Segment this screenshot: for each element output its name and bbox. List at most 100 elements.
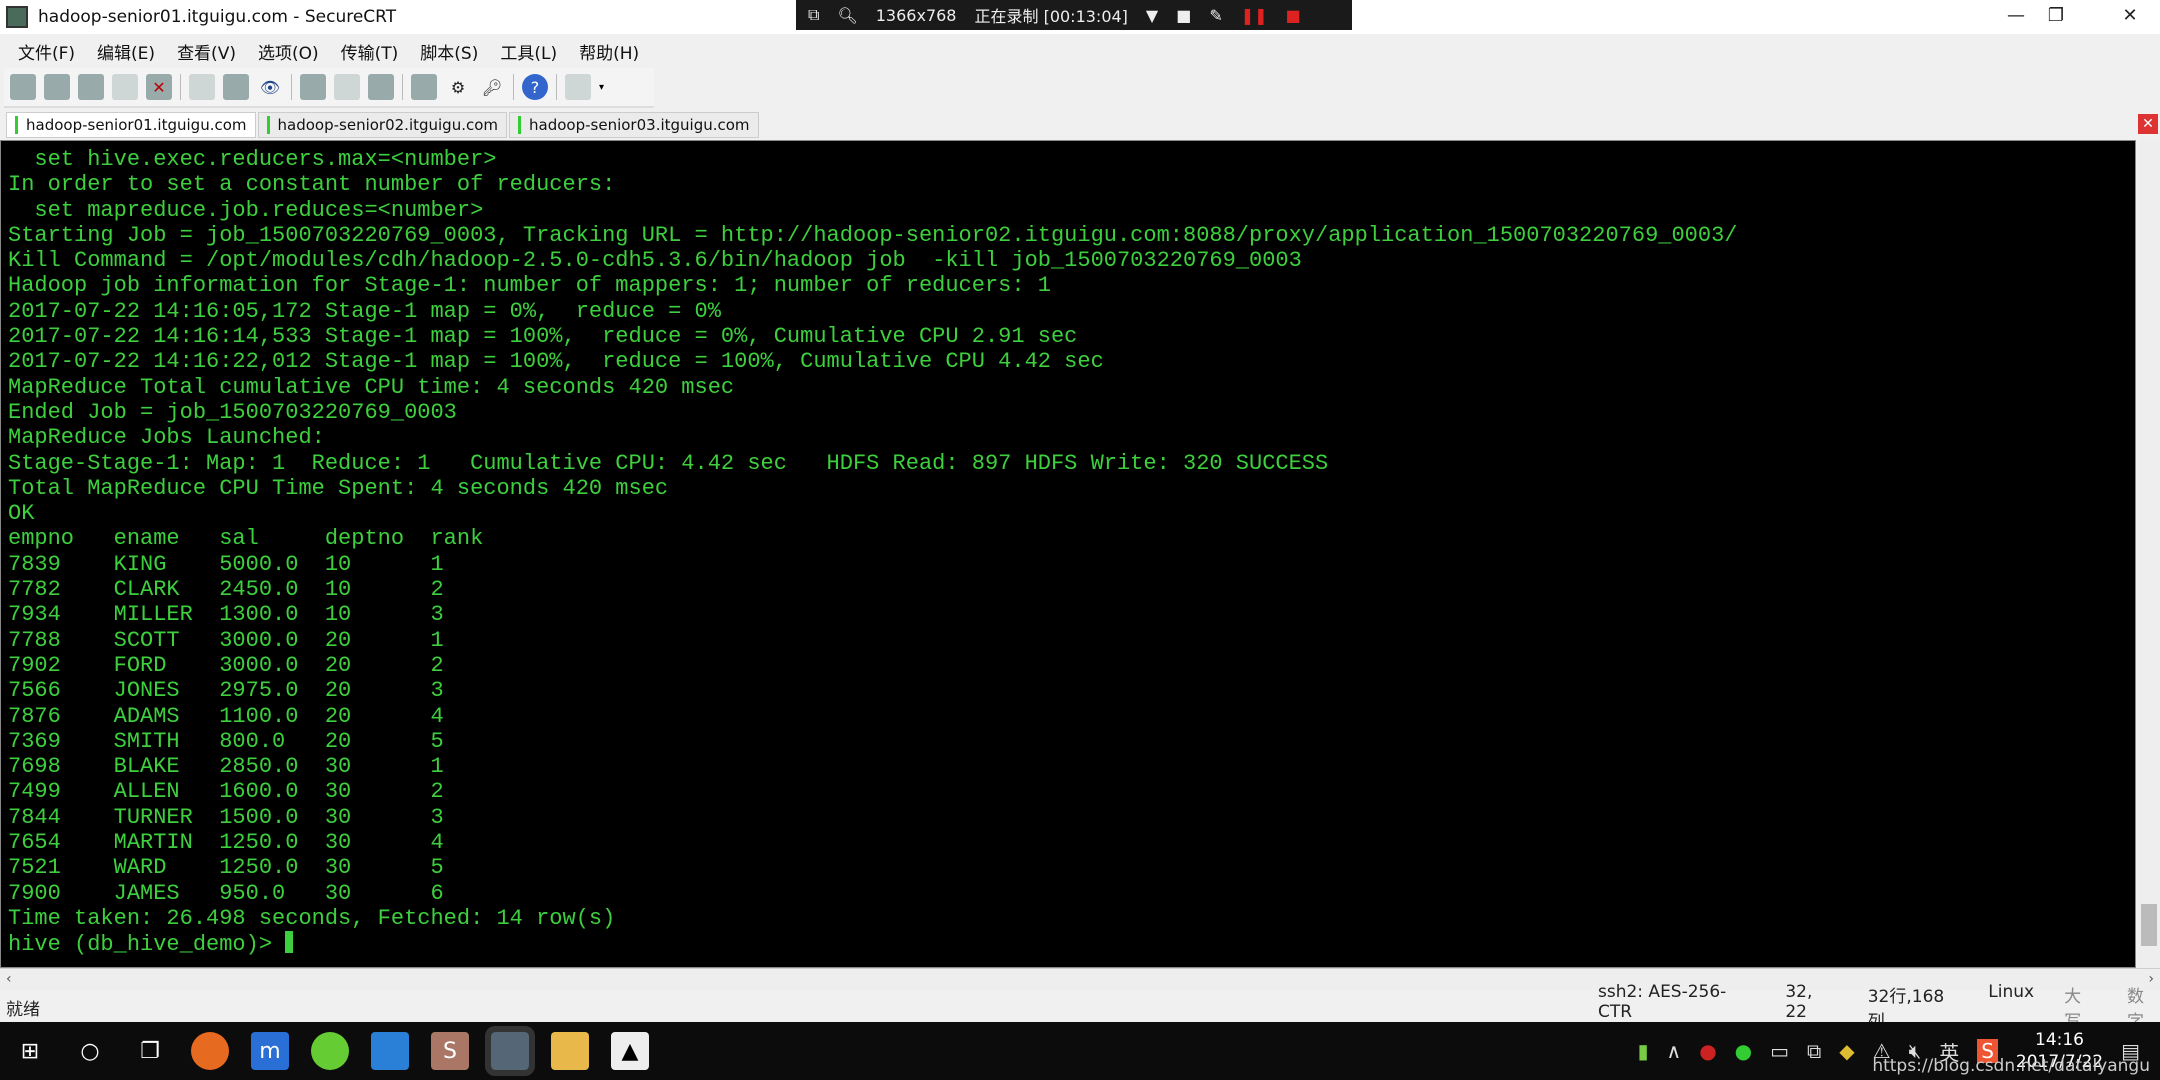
recorder-resolution: 1366x768 [875,5,957,25]
start-windows-icon[interactable]: ⊞ [11,1032,49,1070]
zoom-icon[interactable]: 🔍︎ [837,6,857,25]
terminal-line: MapReduce Total cumulative CPU time: 4 s… [8,374,735,400]
tab-senior02[interactable]: hadoop-senior02.itguigu.com [257,112,508,138]
vpn-icon[interactable]: ◆ [1839,1039,1854,1063]
help-icon[interactable]: ? [522,74,548,100]
key-icon[interactable]: 🔑︎ [479,74,505,100]
disconnect-icon[interactable]: ✕ [146,74,172,100]
search-circle-icon[interactable]: ○ [71,1032,109,1070]
app-m-icon[interactable]: m [251,1032,289,1070]
tab-senior01[interactable]: hadoop-senior01.itguigu.com [6,112,256,138]
terminal-line: 7934 MILLER 1300.0 10 3 [8,602,444,628]
tab-label: hadoop-senior02.itguigu.com [277,116,499,134]
scrollbar-thumb[interactable] [2141,904,2157,946]
terminal-line: 7369 SMITH 800.0 20 5 [8,728,444,754]
firefox-icon[interactable] [191,1032,229,1070]
restore-icon[interactable]: ⧉ [808,5,819,25]
terminal-line: 7902 FORD 3000.0 20 2 [8,652,444,678]
terminal-line: Time taken: 26.498 seconds, Fetched: 14 … [8,905,616,931]
connect-icon[interactable] [10,74,36,100]
toolbar: ✕ 👁︎ ⚙ 🔑︎ ? ▾ [4,68,654,108]
watermark: https://blog.csdn.net/datalyangu [1872,1056,2150,1076]
terminal-prompt: hive (db_hive_demo)> [8,932,286,958]
terminal-line: 7698 BLAKE 2850.0 30 1 [8,754,444,780]
connected-indicator-icon [518,116,522,134]
settings-icon[interactable]: ⚙ [445,74,471,100]
battery-icon[interactable]: ▭ [1770,1039,1789,1063]
photos-icon[interactable]: ▲ [611,1032,649,1070]
close-tab-icon[interactable]: ✕ [2138,114,2158,134]
terminal-line: 7654 MARTIN 1250.0 30 4 [8,830,444,856]
tab-label: hadoop-senior01.itguigu.com [26,116,247,134]
virtualbox-icon[interactable] [371,1032,409,1070]
terminal-line: 2017-07-22 14:16:14,533 Stage-1 map = 10… [8,324,1078,350]
copy-icon[interactable] [189,74,215,100]
menu-options[interactable]: 选项(O) [258,39,319,64]
sublime-icon[interactable]: S [431,1032,469,1070]
tab-senior03[interactable]: hadoop-senior03.itguigu.com [509,112,759,138]
browser-360-icon[interactable] [311,1032,349,1070]
terminal[interactable]: set hive.exec.reducers.max=<number> In or… [0,140,2136,968]
show-hidden-icon[interactable]: ∧ [1667,1039,1682,1063]
dropdown-icon[interactable]: ▼ [1146,6,1158,25]
toolbar-separator [291,74,292,100]
find-icon[interactable]: 👁︎ [257,74,283,100]
connected-indicator-icon [266,116,270,134]
pause-icon[interactable]: ❚❚ [1241,6,1268,25]
terminal-line: 7876 ADAMS 1100.0 20 4 [8,703,444,729]
window-title: hadoop-senior01.itguigu.com - SecureCRT [38,7,397,27]
cloud-icon[interactable]: ● [1735,1039,1752,1063]
terminal-line: set hive.exec.reducers.max=<number> [8,147,497,172]
session-options-icon[interactable] [411,74,437,100]
menu-view[interactable]: 查看(V) [177,39,236,64]
terminal-output: set hive.exec.reducers.max=<number> In or… [8,147,2135,931]
cursor [285,931,294,954]
menu-transfer[interactable]: 传输(T) [341,39,399,64]
toolbar-separator [556,74,557,100]
print-selection-icon[interactable] [334,74,360,100]
connect-tab-icon[interactable] [78,74,104,100]
terminal-line: empno ename sal deptno rank [8,526,484,552]
recorder-status: 正在录制 [00:13:04] [974,7,1128,26]
usb-icon[interactable]: ▮ [1638,1039,1649,1063]
print-screen-icon[interactable] [300,74,326,100]
terminal-line: MapReduce Jobs Launched: [8,425,325,451]
pen-icon[interactable]: ✎ [1209,6,1222,25]
quick-connect-icon[interactable] [44,74,70,100]
securecrt-app-icon[interactable] [6,6,28,28]
close-button[interactable]: ✕ [2100,0,2160,30]
reconnect-icon[interactable] [112,74,138,100]
connected-indicator-icon [15,116,18,134]
network-share-icon[interactable]: ⧉ [1807,1039,1821,1063]
task-view-icon[interactable]: ❐ [131,1032,169,1070]
menu-tools[interactable]: 工具(L) [500,39,557,64]
scroll-left-icon[interactable]: ‹ [6,971,12,987]
file-explorer-icon[interactable] [551,1032,589,1070]
vertical-scrollbar[interactable] [2138,140,2160,968]
terminal-line: 7844 TURNER 1500.0 30 3 [8,804,444,830]
menu-script[interactable]: 脚本(S) [420,39,478,64]
terminal-line: OK [8,501,35,527]
restore-button[interactable]: ❐ [2026,0,2086,30]
sftp-icon[interactable] [565,74,591,100]
menu-bar: 文件(F) 编辑(E) 查看(V) 选项(O) 传输(T) 脚本(S) 工具(L… [0,36,2160,66]
stop-icon[interactable]: ■ [1286,6,1301,25]
toolbar-separator [402,74,403,100]
print-icon[interactable] [368,74,394,100]
securecrt-task-icon[interactable] [485,1026,535,1076]
clock-time: 14:16 [2035,1030,2084,1050]
paste-icon[interactable] [223,74,249,100]
terminal-line: 7839 KING 5000.0 10 1 [8,551,444,577]
record-icon[interactable]: ● [1699,1039,1716,1063]
menu-edit[interactable]: 编辑(E) [97,39,155,64]
terminal-line: 7900 JAMES 950.0 30 6 [8,880,444,906]
camera-icon[interactable]: ■ [1176,6,1191,25]
terminal-line: Ended Job = job_1500703220769_0003 [8,399,457,425]
toolbar-overflow-icon[interactable]: ▾ [599,82,604,93]
menu-file[interactable]: 文件(F) [18,39,75,64]
menu-help[interactable]: 帮助(H) [579,39,639,64]
status-bar: 就绪 ssh2: AES-256-CTR 32, 22 32行,168列 Lin… [0,982,2160,1032]
terminal-line: 2017-07-22 14:16:22,012 Stage-1 map = 10… [8,349,1104,375]
terminal-line: In order to set a constant number of red… [8,172,616,198]
terminal-line: 7788 SCOTT 3000.0 20 1 [8,627,444,653]
